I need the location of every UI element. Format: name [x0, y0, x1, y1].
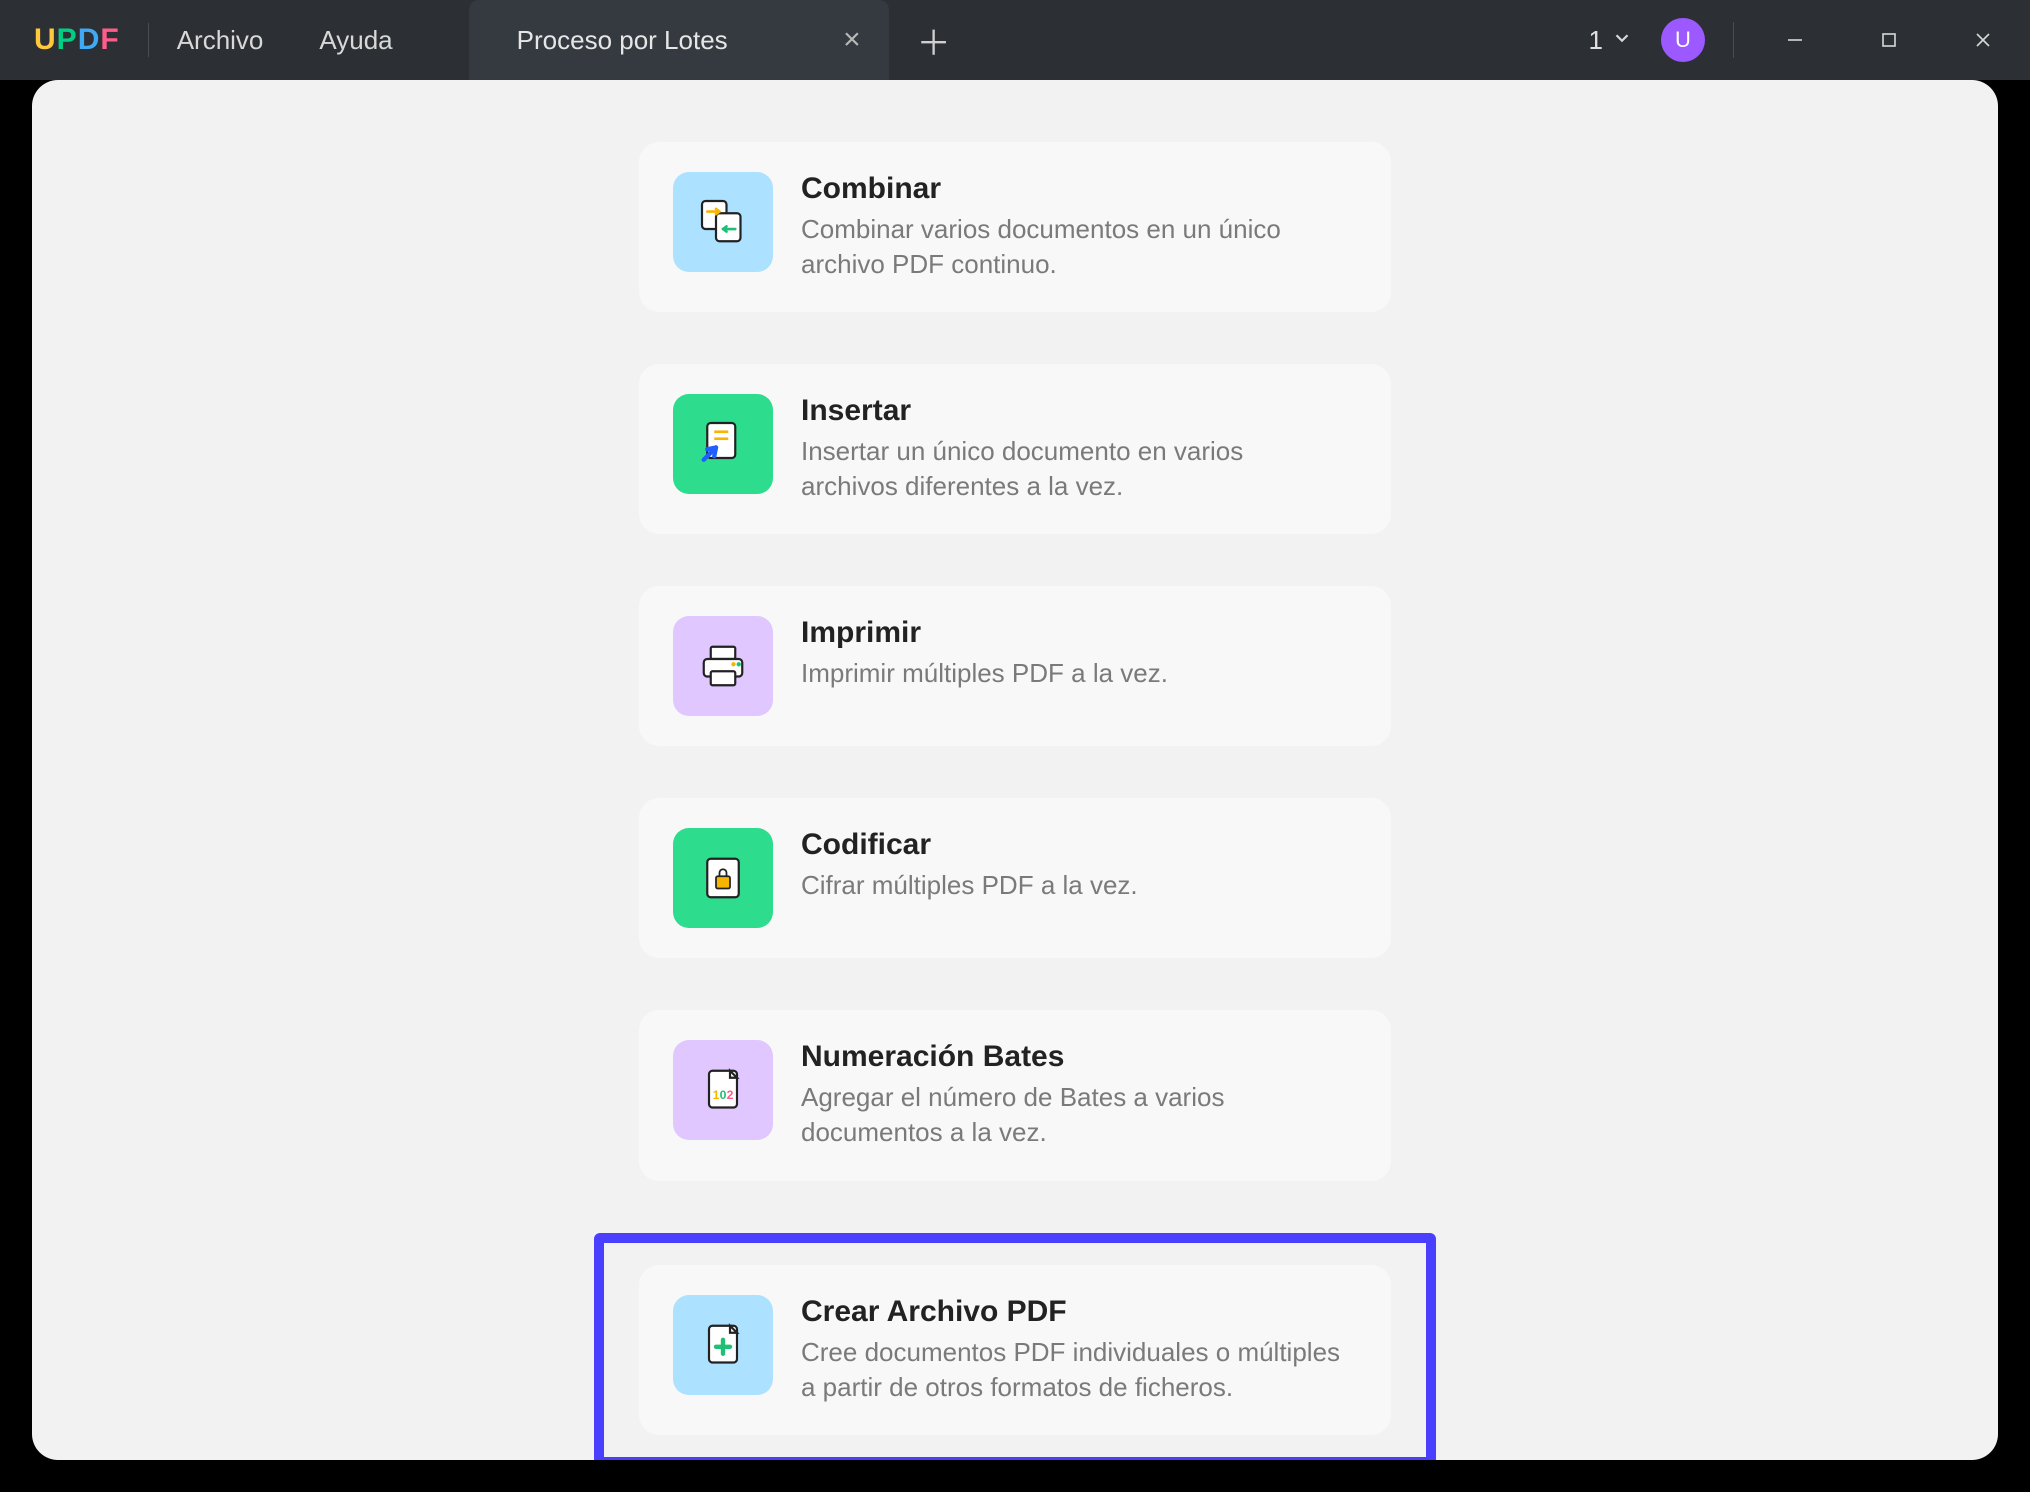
card-desc: Insertar un único documento en varios ar…: [801, 434, 1341, 504]
menu-help[interactable]: Ayuda: [319, 25, 392, 56]
close-icon[interactable]: ×: [843, 23, 861, 57]
tab-batch-process[interactable]: Proceso por Lotes ×: [469, 0, 889, 80]
card-print[interactable]: Imprimir Imprimir múltiples PDF a la vez…: [639, 586, 1391, 746]
window-controls-group: 1 U: [1589, 12, 2016, 68]
card-desc: Combinar varios documentos en un único a…: [801, 212, 1341, 282]
card-body: Codificar Cifrar múltiples PDF a la vez.: [801, 828, 1138, 903]
card-body: Imprimir Imprimir múltiples PDF a la vez…: [801, 616, 1168, 691]
new-tab-button[interactable]: ＋: [917, 16, 951, 65]
card-title: Insertar: [801, 394, 1341, 428]
card-desc: Cifrar múltiples PDF a la vez.: [801, 868, 1138, 903]
create-pdf-icon: [673, 1295, 773, 1395]
card-title: Crear Archivo PDF: [801, 1295, 1341, 1329]
card-body: Numeración Bates Agregar el número de Ba…: [801, 1040, 1341, 1150]
print-icon: [673, 616, 773, 716]
avatar[interactable]: U: [1661, 18, 1705, 62]
maximize-button[interactable]: [1856, 12, 1922, 68]
svg-text:1: 1: [713, 1088, 720, 1102]
tabs-dropdown[interactable]: 1: [1589, 25, 1633, 56]
card-body: Crear Archivo PDF Cree documentos PDF in…: [801, 1295, 1341, 1405]
card-bates-numbering[interactable]: 0 1 2 Numeración Bates Agregar el número…: [639, 1010, 1391, 1180]
tabs-count-label: 1: [1589, 25, 1603, 56]
titlebar: UPDF Archivo Ayuda Proceso por Lotes × ＋…: [0, 0, 2030, 80]
close-window-button[interactable]: [1950, 12, 2016, 68]
card-combine[interactable]: Combinar Combinar varios documentos en u…: [639, 142, 1391, 312]
card-create-pdf[interactable]: Crear Archivo PDF Cree documentos PDF in…: [639, 1265, 1391, 1435]
card-insert[interactable]: Insertar Insertar un único documento en …: [639, 364, 1391, 534]
card-body: Combinar Combinar varios documentos en u…: [801, 172, 1341, 282]
menu-file[interactable]: Archivo: [177, 25, 264, 56]
separator: [1733, 22, 1734, 58]
encrypt-icon: [673, 828, 773, 928]
card-title: Combinar: [801, 172, 1341, 206]
bates-icon: 0 1 2: [673, 1040, 773, 1140]
chevron-down-icon: [1611, 25, 1633, 56]
svg-text:2: 2: [727, 1088, 734, 1102]
card-body: Insertar Insertar un único documento en …: [801, 394, 1341, 504]
minimize-button[interactable]: [1762, 12, 1828, 68]
workspace: Combinar Combinar varios documentos en u…: [32, 80, 1998, 1460]
card-desc: Cree documentos PDF individuales o múlti…: [801, 1335, 1341, 1405]
svg-text:0: 0: [720, 1088, 727, 1102]
card-encrypt[interactable]: Codificar Cifrar múltiples PDF a la vez.: [639, 798, 1391, 958]
separator: [148, 23, 149, 57]
combine-icon: [673, 172, 773, 272]
app-logo: UPDF: [34, 23, 120, 57]
insert-icon: [673, 394, 773, 494]
card-title: Imprimir: [801, 616, 1168, 650]
highlight-frame: Crear Archivo PDF Cree documentos PDF in…: [594, 1233, 1436, 1460]
card-desc: Agregar el número de Bates a varios docu…: [801, 1080, 1341, 1150]
batch-options-list: Combinar Combinar varios documentos en u…: [32, 80, 1998, 1460]
card-title: Codificar: [801, 828, 1138, 862]
tab-label: Proceso por Lotes: [517, 25, 728, 56]
card-title: Numeración Bates: [801, 1040, 1341, 1074]
card-desc: Imprimir múltiples PDF a la vez.: [801, 656, 1168, 691]
